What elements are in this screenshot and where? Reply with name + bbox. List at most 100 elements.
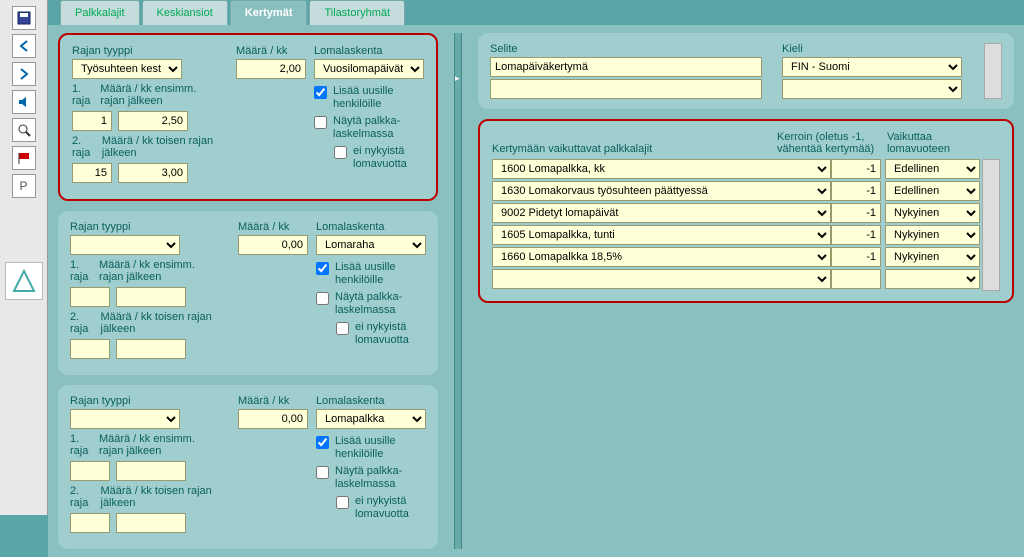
forward-icon[interactable] xyxy=(12,62,36,86)
grid-palkkalaji-select[interactable]: 1630 Lomakorvaus työsuhteen päättyessä xyxy=(492,181,831,201)
chk-ei-nykyista[interactable] xyxy=(334,146,347,159)
grid-vaikuttaa-select[interactable]: Edellinen xyxy=(885,181,980,201)
raja2-val2[interactable] xyxy=(116,339,186,359)
raja2-val2[interactable] xyxy=(116,513,186,533)
raja1-val1[interactable] xyxy=(72,111,112,131)
grid-palkkalaji-select[interactable]: 1605 Lomapalkka, tunti xyxy=(492,225,831,245)
raja1-label: 1. raja xyxy=(70,433,93,457)
grid-kerroin-input[interactable] xyxy=(831,269,881,289)
chk-lisaa-uusille[interactable] xyxy=(316,262,329,275)
chk-lisaa-uusille-label: Lisää uusillehenkilöille xyxy=(335,435,396,461)
raja2-val1[interactable] xyxy=(72,163,112,183)
scrollbar-grid[interactable] xyxy=(982,159,1000,291)
raja1-desc: Määrä / kk ensimm. rajan jälkeen xyxy=(99,259,220,283)
chk-nayta-palkka[interactable] xyxy=(316,466,329,479)
raja2-desc: Määrä / kk toisen rajan jälkeen xyxy=(101,485,221,509)
kieli-label: Kieli xyxy=(782,43,962,55)
chk-ei-nykyista[interactable] xyxy=(336,496,349,509)
selite-input[interactable] xyxy=(490,57,762,77)
raja1-desc: Määrä / kk ensimm. rajan jälkeen xyxy=(99,433,220,457)
grid-vaikuttaa-select[interactable]: Edellinen xyxy=(885,159,980,179)
grid-header-palkkalajit: Kertymään vaikuttavat palkkalajit xyxy=(492,143,777,155)
grid-kerroin-input[interactable] xyxy=(831,203,881,223)
raja1-val2[interactable] xyxy=(116,461,186,481)
selite-input-2[interactable] xyxy=(490,79,762,99)
rajan-tyyppi-select[interactable] xyxy=(70,409,180,429)
chk-lisaa-uusille[interactable] xyxy=(314,86,327,99)
rajan-tyyppi-select[interactable] xyxy=(70,235,180,255)
p-button[interactable]: P xyxy=(12,174,36,198)
raja1-label: 1. raja xyxy=(70,259,93,283)
grid-kerroin-input[interactable] xyxy=(831,225,881,245)
raja1-val2[interactable] xyxy=(116,287,186,307)
grid-vaikuttaa-select[interactable]: Nykyinen xyxy=(885,225,980,245)
splitter[interactable] xyxy=(454,33,462,549)
lomalaskenta-select[interactable]: Lomaraha xyxy=(316,235,426,255)
raja1-desc: Määrä / kk ensimm. rajan jälkeen xyxy=(100,83,218,107)
panel-raja: Rajan tyyppi Työsuhteen kesto 1. raja Mä… xyxy=(58,33,438,201)
raja1-val1[interactable] xyxy=(70,461,110,481)
lomalaskenta-label: Lomalaskenta xyxy=(314,45,424,57)
maara-kk-input[interactable] xyxy=(238,409,308,429)
chk-lisaa-uusille[interactable] xyxy=(316,436,329,449)
grid-palkkalaji-select[interactable]: 9002 Pidetyt lomapäivät xyxy=(492,203,831,223)
chk-ei-nykyista-label: ei nykyistälomavuotta xyxy=(355,321,409,347)
tab-keskiansiot[interactable]: Keskiansiot xyxy=(142,0,228,25)
raja2-desc: Määrä / kk toisen rajan jälkeen xyxy=(101,311,221,335)
grid-palkkalaji-select[interactable] xyxy=(492,269,831,289)
chk-nayta-palkka-label: Näytä palkka-laskelmassa xyxy=(335,291,402,317)
chk-ei-nykyista-label: ei nykyistälomavuotta xyxy=(353,145,407,171)
grid-palkkalaji-select[interactable]: 1600 Lomapalkka, kk xyxy=(492,159,831,179)
chk-nayta-palkka[interactable] xyxy=(314,116,327,129)
grid-kerroin-input[interactable] xyxy=(831,159,881,179)
chk-lisaa-uusille-label: Lisää uusillehenkilöille xyxy=(335,261,396,287)
maara-kk-input[interactable] xyxy=(238,235,308,255)
lomalaskenta-label: Lomalaskenta xyxy=(316,395,426,407)
app-logo-icon xyxy=(5,262,43,300)
zoom-icon[interactable] xyxy=(12,118,36,142)
grid-row: 1600 Lomapalkka, kk Edellinen xyxy=(492,159,980,179)
lomalaskenta-select[interactable]: Lomapalkka xyxy=(316,409,426,429)
rajan-tyyppi-label: Rajan tyyppi xyxy=(72,45,218,57)
chk-ei-nykyista-label: ei nykyistälomavuotta xyxy=(355,495,409,521)
tab-palkkalajit[interactable]: Palkkalajit xyxy=(60,0,140,25)
raja2-val2[interactable] xyxy=(118,163,188,183)
grid-kerroin-input[interactable] xyxy=(831,181,881,201)
raja2-val1[interactable] xyxy=(70,339,110,359)
raja2-label: 2. raja xyxy=(70,485,95,509)
scrollbar-selite[interactable] xyxy=(984,43,1002,99)
sound-icon[interactable] xyxy=(12,90,36,114)
kieli-select-2[interactable] xyxy=(782,79,962,99)
chk-nayta-palkka[interactable] xyxy=(316,292,329,305)
grid-vaikuttaa-select[interactable] xyxy=(885,269,980,289)
raja2-val1[interactable] xyxy=(70,513,110,533)
rajan-tyyppi-label: Rajan tyyppi xyxy=(70,221,220,233)
raja1-label: 1. raja xyxy=(72,83,94,107)
grid-row: 1630 Lomakorvaus työsuhteen päättyessä E… xyxy=(492,181,980,201)
kieli-select[interactable]: FIN - Suomi xyxy=(782,57,962,77)
back-icon[interactable] xyxy=(12,34,36,58)
maara-kk-input[interactable] xyxy=(236,59,306,79)
raja1-val1[interactable] xyxy=(70,287,110,307)
grid-row: 1605 Lomapalkka, tunti Nykyinen xyxy=(492,225,980,245)
grid-vaikuttaa-select[interactable]: Nykyinen xyxy=(885,203,980,223)
tab-kertymat[interactable]: Kertymät xyxy=(230,0,308,25)
maara-kk-label: Määrä / kk xyxy=(236,45,296,57)
grid-palkkalaji-select[interactable]: 1660 Lomapalkka 18,5% xyxy=(492,247,831,267)
flag-icon[interactable] xyxy=(12,146,36,170)
toolbar-left: P xyxy=(0,0,48,515)
tab-bar: Palkkalajit Keskiansiot Kertymät Tilasto… xyxy=(48,0,1024,25)
lomalaskenta-select[interactable]: Vuosilomapäivät xyxy=(314,59,424,79)
tab-tilastoryhmat[interactable]: Tilastoryhmät xyxy=(309,0,405,25)
chk-ei-nykyista[interactable] xyxy=(336,322,349,335)
rajan-tyyppi-select[interactable]: Työsuhteen kesto xyxy=(72,59,182,79)
save-icon[interactable] xyxy=(12,6,36,30)
grid-kerroin-input[interactable] xyxy=(831,247,881,267)
raja2-desc: Määrä / kk toisen rajan jälkeen xyxy=(102,135,218,159)
maara-kk-label: Määrä / kk xyxy=(238,395,298,407)
panel-kertyma-grid: Kertymään vaikuttavat palkkalajit Kerroi… xyxy=(478,119,1014,303)
chk-lisaa-uusille-label: Lisää uusillehenkilöille xyxy=(333,85,394,111)
raja2-label: 2. raja xyxy=(72,135,96,159)
raja1-val2[interactable] xyxy=(118,111,188,131)
grid-vaikuttaa-select[interactable]: Nykyinen xyxy=(885,247,980,267)
